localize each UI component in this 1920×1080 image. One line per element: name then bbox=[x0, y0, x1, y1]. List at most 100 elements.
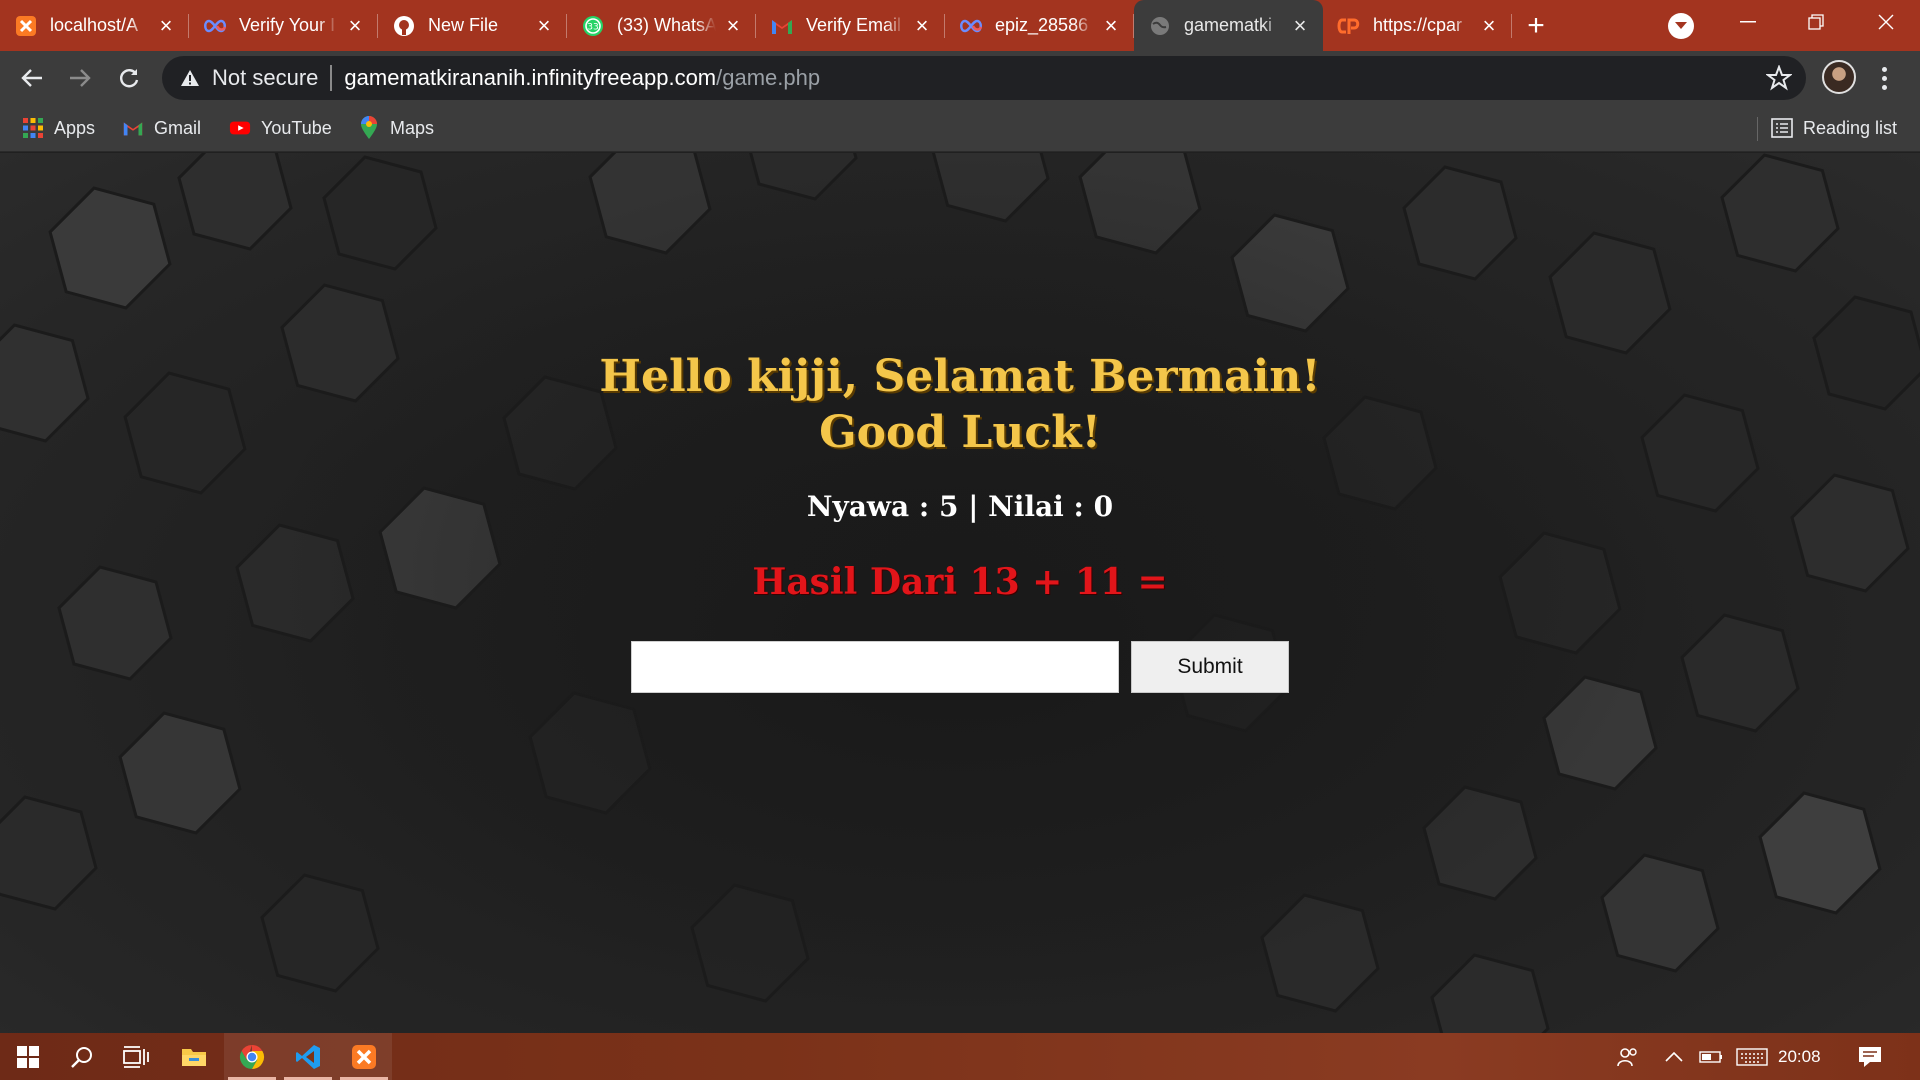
globe-icon bbox=[1148, 14, 1172, 38]
omnibox-divider bbox=[330, 65, 333, 91]
chrome-taskbar-button[interactable] bbox=[224, 1033, 280, 1080]
show-hidden-icons[interactable] bbox=[1660, 1033, 1688, 1080]
tab-whatsapp[interactable]: 33 (33) WhatsA × bbox=[567, 0, 756, 51]
reload-icon bbox=[120, 69, 139, 88]
bookmark-label: YouTube bbox=[261, 117, 332, 138]
close-icon bbox=[1878, 14, 1894, 30]
taskbar-clock[interactable]: 20:08 bbox=[1778, 1033, 1821, 1080]
chrome-icon bbox=[239, 1044, 265, 1069]
bookmark-maps[interactable]: Maps bbox=[358, 113, 434, 143]
whatsapp-icon: 33 bbox=[581, 14, 605, 38]
reading-list-label: Reading list bbox=[1803, 117, 1898, 138]
close-icon[interactable]: × bbox=[911, 14, 933, 37]
close-icon[interactable]: × bbox=[155, 14, 177, 37]
close-icon[interactable]: × bbox=[1100, 14, 1122, 37]
back-button[interactable] bbox=[15, 61, 49, 95]
bookmark-label: Gmail bbox=[154, 117, 202, 138]
submit-button[interactable]: Submit bbox=[1131, 641, 1289, 693]
reload-button[interactable] bbox=[112, 61, 146, 95]
vscode-taskbar-button[interactable] bbox=[280, 1033, 336, 1080]
more-menu-icon[interactable] bbox=[1874, 62, 1894, 94]
tab-title: https://cpar bbox=[1373, 15, 1463, 35]
tab-strip: localhost/A × Verify Your I × New File ×… bbox=[0, 0, 1920, 51]
infinity-icon bbox=[959, 14, 983, 38]
bookmark-star-icon[interactable] bbox=[1765, 64, 1793, 91]
url-path: /game.php bbox=[716, 65, 821, 90]
reading-list-icon bbox=[1771, 117, 1793, 139]
tab-divider bbox=[1511, 14, 1512, 38]
maps-pin-icon bbox=[358, 116, 380, 139]
minimize-icon bbox=[1740, 21, 1756, 23]
xampp-taskbar-button[interactable] bbox=[336, 1033, 392, 1080]
security-label[interactable]: Not secure bbox=[212, 65, 318, 91]
people-tray-icon[interactable] bbox=[1612, 1033, 1644, 1080]
profile-avatar[interactable] bbox=[1822, 60, 1856, 94]
new-tab-button[interactable]: + bbox=[1512, 0, 1560, 51]
tab-title: Verify Email bbox=[806, 15, 902, 35]
folder-icon bbox=[182, 1048, 206, 1066]
greeting-heading: Hello kijji, Selamat Bermain! Good Luck! bbox=[460, 349, 1460, 461]
tab-title: (33) WhatsA bbox=[617, 15, 716, 35]
close-icon[interactable]: × bbox=[722, 14, 744, 37]
tab-search-button[interactable] bbox=[1668, 13, 1694, 39]
chevron-up-icon bbox=[1665, 1051, 1683, 1062]
tab-epiz[interactable]: epiz_28586 × bbox=[945, 0, 1134, 51]
forward-button[interactable] bbox=[63, 61, 97, 95]
svg-text:33: 33 bbox=[587, 22, 598, 32]
cpanel-icon bbox=[1337, 14, 1361, 38]
bookmark-youtube[interactable]: YouTube bbox=[229, 113, 332, 143]
lives-score-status: Nyawa : 5 | Nilai : 0 bbox=[806, 490, 1114, 523]
answer-input[interactable] bbox=[631, 641, 1119, 693]
keyboard-tray-icon[interactable] bbox=[1734, 1033, 1770, 1080]
battery-tray-icon[interactable] bbox=[1696, 1033, 1726, 1080]
address-bar[interactable]: Not secure gamematkirananih.infinityfree… bbox=[162, 56, 1806, 100]
tab-title: gamematki bbox=[1184, 15, 1273, 35]
file-explorer-button[interactable] bbox=[166, 1033, 222, 1080]
xampp-icon bbox=[352, 1044, 376, 1069]
close-icon[interactable]: × bbox=[1478, 14, 1500, 37]
tab-cpanel[interactable]: https://cpar × bbox=[1323, 0, 1512, 51]
reading-list-button[interactable]: Reading list bbox=[1771, 113, 1897, 143]
github-icon bbox=[392, 14, 416, 38]
restore-icon bbox=[1808, 14, 1824, 30]
minimize-button[interactable] bbox=[1714, 0, 1782, 44]
tab-verify-your[interactable]: Verify Your I × bbox=[189, 0, 378, 51]
math-question: Hasil Dari 13 + 11 = bbox=[752, 561, 1168, 603]
battery-icon bbox=[1699, 1050, 1722, 1063]
start-button[interactable] bbox=[0, 1033, 56, 1080]
bookmark-apps[interactable]: Apps bbox=[22, 113, 95, 143]
greeting-line-1: Hello kijji, Selamat Bermain! bbox=[599, 351, 1321, 402]
notification-center-button[interactable] bbox=[1854, 1033, 1886, 1080]
tab-localhost[interactable]: localhost/A × bbox=[0, 0, 189, 51]
task-view-button[interactable] bbox=[108, 1033, 164, 1080]
tab-title: localhost/A bbox=[50, 15, 139, 35]
gmail-icon bbox=[770, 14, 794, 38]
close-icon[interactable]: × bbox=[344, 14, 366, 37]
bookmark-label: Apps bbox=[54, 117, 96, 138]
warning-icon[interactable] bbox=[178, 66, 202, 90]
keyboard-icon bbox=[1736, 1047, 1768, 1066]
bookmarks-divider bbox=[1757, 117, 1758, 141]
restore-button[interactable] bbox=[1782, 0, 1850, 44]
youtube-icon bbox=[229, 117, 251, 139]
tab-title: New File bbox=[428, 15, 499, 35]
page-viewport: Hello kijji, Selamat Bermain! Good Luck!… bbox=[0, 153, 1920, 1033]
tab-title: Verify Your I bbox=[239, 15, 336, 35]
apps-grid-icon bbox=[22, 117, 44, 139]
search-button[interactable] bbox=[54, 1033, 110, 1080]
bookmarks-bar: Apps Gmail YouTube Maps Reading list bbox=[0, 105, 1920, 152]
windows-taskbar: 20:08 bbox=[0, 1033, 1920, 1080]
bookmark-label: Maps bbox=[390, 117, 435, 138]
tab-new-file[interactable]: New File × bbox=[378, 0, 567, 51]
windows-icon bbox=[17, 1045, 39, 1068]
chevron-down-icon bbox=[1675, 22, 1687, 29]
greeting-line-2: Good Luck! bbox=[819, 407, 1101, 458]
people-icon bbox=[1617, 1047, 1637, 1066]
close-icon[interactable]: × bbox=[1289, 14, 1311, 37]
tab-verify-email[interactable]: Verify Email × bbox=[756, 0, 945, 51]
close-window-button[interactable] bbox=[1852, 0, 1920, 44]
close-icon[interactable]: × bbox=[533, 14, 555, 37]
bookmark-gmail[interactable]: Gmail bbox=[122, 113, 201, 143]
tab-gamematki-active[interactable]: gamematki × bbox=[1134, 0, 1323, 51]
vscode-icon bbox=[296, 1044, 320, 1069]
